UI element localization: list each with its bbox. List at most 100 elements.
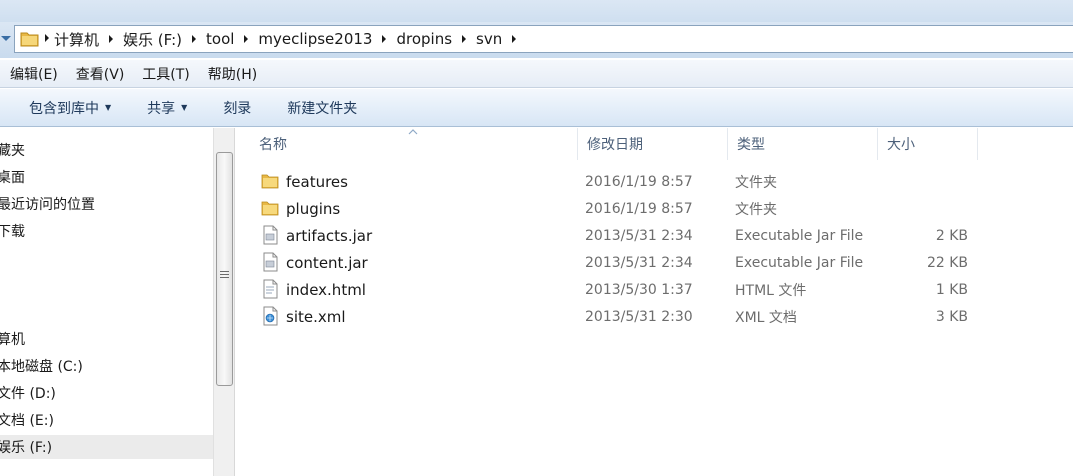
- column-header-name[interactable]: 名称: [250, 128, 578, 160]
- burn-button[interactable]: 刻录: [205, 89, 269, 126]
- table-row[interactable]: content.jar 2013/5/31 2:34 Executable Jar …: [256, 249, 976, 276]
- breadcrumb-separator-icon[interactable]: [43, 31, 51, 47]
- breadcrumb-label: 计算机: [54, 30, 100, 49]
- breadcrumb-label: myeclipse2013: [258, 30, 373, 48]
- dropdown-arrow-icon: ▼: [105, 103, 112, 112]
- breadcrumb-separator-icon[interactable]: [102, 26, 120, 52]
- share-button[interactable]: 共享 ▼: [129, 89, 205, 126]
- file-type: 文件夹: [735, 174, 777, 191]
- file-name: plugins: [286, 199, 341, 218]
- nav-item[interactable]: 下载: [0, 219, 213, 243]
- nav-item[interactable]: [0, 246, 213, 270]
- column-header-type-label: 类型: [737, 137, 765, 153]
- file-date: 2016/1/19 8:57: [585, 200, 693, 217]
- breadcrumb-separator-icon[interactable]: [375, 26, 393, 52]
- file-date: 2013/5/30 1:37: [585, 281, 693, 298]
- table-row[interactable]: plugins 2016/1/19 8:57 文件夹: [256, 195, 976, 222]
- jar-file-icon: [260, 225, 280, 245]
- nav-item-label: 文档 (E:): [0, 413, 54, 429]
- file-name: artifacts.jar: [286, 226, 373, 245]
- file-size: 3 KB: [935, 308, 968, 325]
- folder-icon: [260, 171, 280, 191]
- menu-edit[interactable]: 编辑(E): [0, 64, 66, 84]
- dropdown-arrow-icon: ▼: [181, 103, 188, 112]
- column-header-date-label: 修改日期: [587, 137, 643, 153]
- new-folder-label: 新建文件夹: [287, 100, 358, 117]
- column-header-type[interactable]: 类型: [728, 128, 878, 160]
- breadcrumb-item[interactable]: myeclipse2013: [255, 26, 393, 52]
- table-row[interactable]: site.xml 2013/5/31 2:30 XML 文档 3 KB: [256, 303, 976, 330]
- nav-item-label: 下载: [0, 224, 25, 240]
- column-header-size[interactable]: 大小: [878, 128, 978, 160]
- menu-tools[interactable]: 工具(T): [132, 64, 197, 84]
- file-size: 2 KB: [935, 227, 968, 244]
- file-list: 名称 修改日期 类型 大小 features 2016/1/19 8:57 文件夹 p…: [236, 128, 1073, 476]
- nav-item[interactable]: 算机: [0, 327, 213, 351]
- nav-item-label: 娱乐 (F:): [0, 440, 53, 456]
- share-label: 共享: [147, 100, 176, 117]
- file-date: 2013/5/31 2:34: [585, 227, 693, 244]
- table-row[interactable]: artifacts.jar 2013/5/31 2:34 Executable Ja…: [256, 222, 976, 249]
- html-file-icon: [260, 279, 280, 299]
- breadcrumb-item[interactable]: 娱乐 (F:): [120, 26, 203, 52]
- nav-item-label: 桌面: [0, 170, 25, 186]
- nav-item-label: 文件 (D:): [0, 386, 56, 402]
- include-in-library-label: 包含到库中: [29, 100, 99, 117]
- breadcrumb-label: svn: [476, 30, 503, 48]
- nav-item[interactable]: 本地磁盘 (C:): [0, 354, 213, 378]
- breadcrumb-item[interactable]: svn: [473, 26, 523, 52]
- recent-locations-dropdown-icon[interactable]: [0, 35, 14, 49]
- file-name: index.html: [286, 280, 366, 299]
- breadcrumb-item[interactable]: dropins: [393, 26, 473, 52]
- nav-item-label: 最近访问的位置: [0, 197, 95, 213]
- nav-item[interactable]: 桌面: [0, 165, 213, 189]
- column-header-date[interactable]: 修改日期: [578, 128, 728, 160]
- folder-icon: [19, 29, 43, 49]
- nav-item[interactable]: 文档 (E:): [0, 408, 213, 432]
- scrollbar-grip-icon: [220, 271, 229, 281]
- file-date: 2013/5/31 2:30: [585, 308, 693, 325]
- window-top-strip: [0, 0, 1073, 22]
- file-size: 1 KB: [935, 281, 968, 298]
- nav-item[interactable]: 藏夹: [0, 138, 213, 162]
- breadcrumb-separator-icon[interactable]: [237, 26, 255, 52]
- menu-bar: 编辑(E) 查看(V) 工具(T) 帮助(H): [0, 60, 1073, 88]
- breadcrumb-item[interactable]: 计算机: [51, 26, 120, 52]
- folder-icon: [260, 198, 280, 218]
- file-type: XML 文档: [735, 309, 797, 326]
- file-name: content.jar: [286, 253, 368, 272]
- nav-item-label: 本地磁盘 (C:): [0, 359, 83, 375]
- file-type: HTML 文件: [735, 282, 807, 299]
- table-row[interactable]: features 2016/1/19 8:57 文件夹: [256, 168, 976, 195]
- address-bar[interactable]: 计算机 娱乐 (F:) tool myeclipse2013 dropins svn: [14, 25, 1073, 53]
- nav-item-label: 算机: [0, 332, 25, 348]
- nav-item[interactable]: 娱乐 (F:): [0, 435, 213, 459]
- file-date: 2016/1/19 8:57: [585, 173, 693, 190]
- nav-item[interactable]: 最近访问的位置: [0, 192, 213, 216]
- navigation-pane-scrollbar[interactable]: [213, 128, 235, 476]
- xml-file-icon: [260, 306, 280, 326]
- column-header-size-label: 大小: [887, 137, 915, 153]
- navigation-pane: 藏夹桌面最近访问的位置 下载算机本地磁盘 (C:) 文件 (D:) 文档 (E:) 娱乐…: [0, 128, 213, 476]
- breadcrumb-label: 娱乐 (F:): [123, 30, 183, 49]
- breadcrumb-separator-icon[interactable]: [185, 26, 203, 52]
- breadcrumb-separator-icon[interactable]: [455, 26, 473, 52]
- file-type: Executable Jar File: [735, 227, 864, 244]
- scrollbar-thumb[interactable]: [216, 152, 233, 386]
- table-row[interactable]: index.html 2013/5/30 1:37 HTML 文件 1 KB: [256, 276, 976, 303]
- breadcrumb-label: tool: [206, 30, 235, 48]
- file-type: Executable Jar File: [735, 254, 864, 271]
- nav-item[interactable]: 文件 (D:): [0, 381, 213, 405]
- breadcrumb-separator-icon[interactable]: [505, 26, 523, 52]
- breadcrumb-label: dropins: [396, 30, 453, 48]
- file-type: 文件夹: [735, 201, 777, 218]
- menu-help[interactable]: 帮助(H): [198, 64, 265, 84]
- breadcrumb-item[interactable]: tool: [203, 26, 255, 52]
- new-folder-button[interactable]: 新建文件夹: [269, 89, 375, 126]
- file-date: 2013/5/31 2:34: [585, 254, 693, 271]
- jar-file-icon: [260, 252, 280, 272]
- column-header-name-label: 名称: [259, 137, 287, 153]
- menu-view[interactable]: 查看(V): [66, 64, 133, 84]
- include-in-library-button[interactable]: 包含到库中 ▼: [0, 89, 129, 126]
- nav-item[interactable]: [0, 273, 213, 297]
